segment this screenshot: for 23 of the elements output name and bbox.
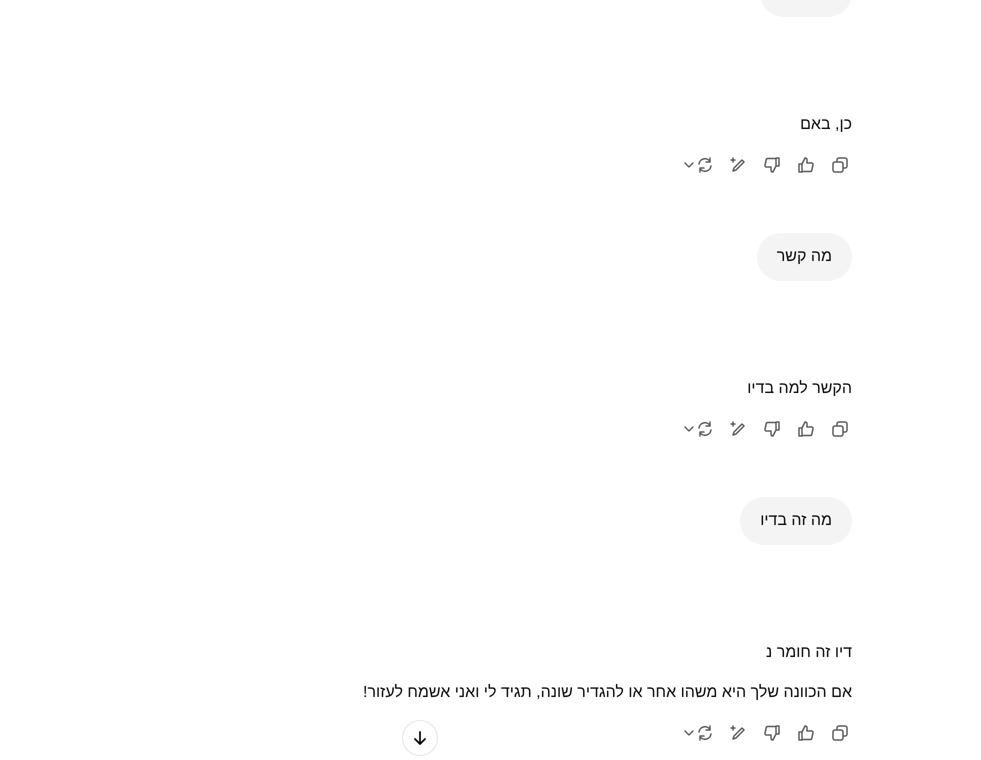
copy-icon	[831, 156, 849, 174]
user-message: מה זה בדיו	[740, 497, 852, 545]
pencil-sparkle-icon	[729, 156, 747, 174]
refresh-icon	[696, 156, 714, 174]
thumbs-down-icon	[763, 420, 781, 438]
assistant-text: כן, באם	[800, 115, 852, 135]
assistant-text: דיו זה חומר נ	[766, 643, 852, 663]
refresh-icon	[696, 724, 714, 742]
refresh-icon	[696, 420, 714, 438]
scroll-down-button[interactable]	[402, 720, 438, 756]
thumbs-down-icon	[763, 156, 781, 174]
thumbs-up-icon	[797, 420, 815, 438]
arrow-down-icon	[411, 729, 429, 747]
copy-icon	[831, 420, 849, 438]
copy-icon	[831, 724, 849, 742]
thumbs-up-icon	[797, 156, 815, 174]
assistant-text: אם הכוונה שלך היא משהו אחר או להגדיר שונה, תגיד לי ואני אשמח לעזור!	[363, 683, 852, 703]
assistant-text: הקשר למה בדיו	[747, 379, 852, 399]
pencil-sparkle-icon	[729, 724, 747, 742]
thumbs-up-icon	[797, 724, 815, 742]
thumbs-down-icon	[763, 724, 781, 742]
pencil-sparkle-icon	[729, 420, 747, 438]
user-message: מה קשר	[756, 233, 852, 281]
